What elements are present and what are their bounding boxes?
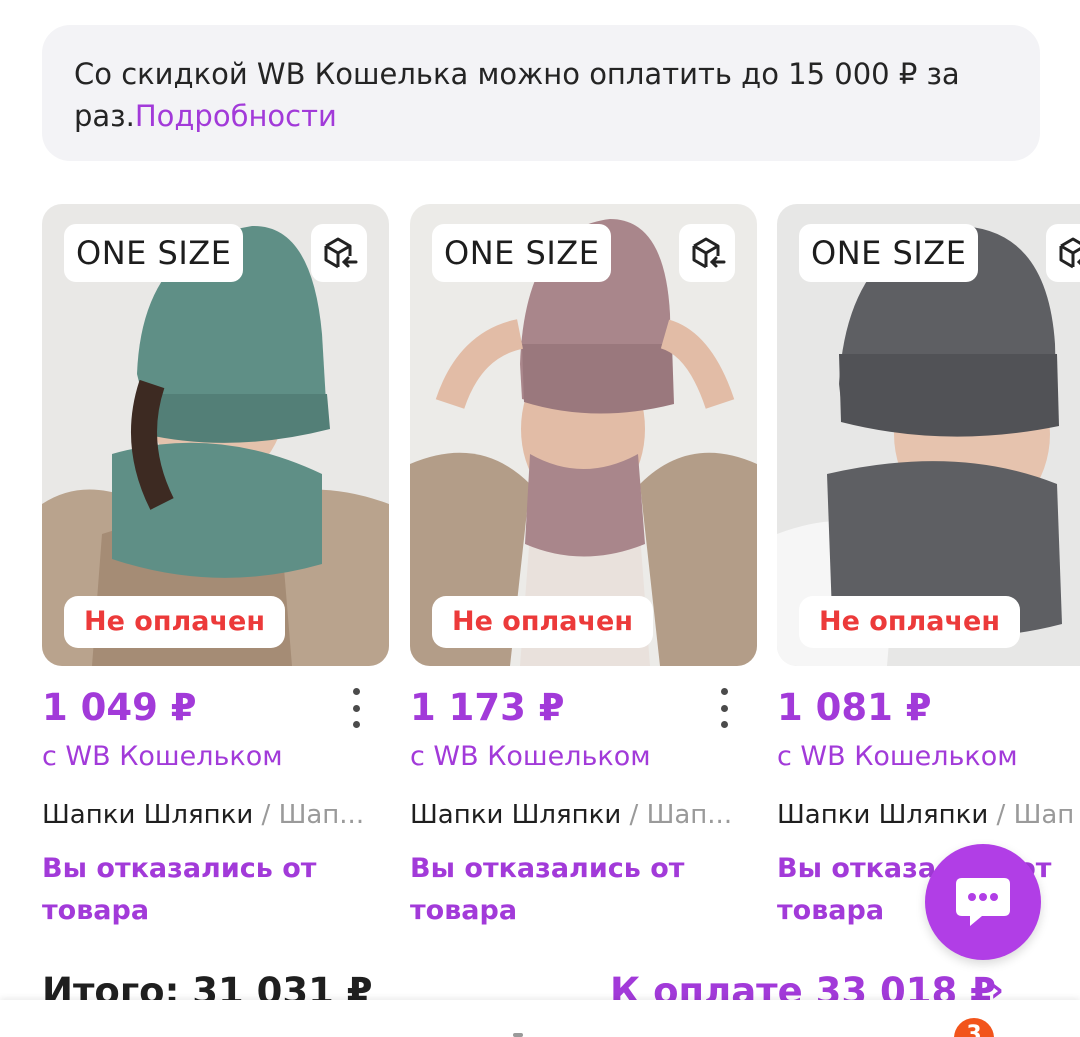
wallet-price-note: с WB Кошельком [777,741,1018,772]
product-card[interactable]: ONE SIZE Не оплачен 1 049 ₽ с WB Кошельк… [42,204,389,932]
nav-indicator [513,1033,523,1037]
kebab-menu-icon[interactable] [710,684,738,732]
product-category: Шап... [646,800,733,830]
brand-name: Шапки Шляпки [410,800,622,830]
kebab-menu-icon[interactable] [342,684,370,732]
box-return-icon [1046,224,1080,282]
product-price: 1 173 ₽ [410,686,565,729]
box-return-icon [311,224,367,282]
product-category: Шап [1013,800,1075,830]
size-badge: ONE SIZE [799,224,979,282]
size-badge: ONE SIZE [432,224,612,282]
product-category: Шап... [278,800,365,830]
payment-status-badge: Не оплачен [64,596,286,648]
product-photo[interactable]: ONE SIZE Не оплачен [410,204,757,666]
refusal-status: Вы отказались от товара [410,853,685,926]
payment-status-badge: Не оплачен [432,596,654,648]
brand-line: Шапки Шляпки / Шап... [42,798,389,832]
price-row: 1 173 ₽ [410,666,757,738]
payment-status-badge: Не оплачен [799,596,1021,648]
product-card[interactable]: ONE SIZE Не оплачен 1 081 ₽ с WB Кошельк… [777,204,1080,932]
wallet-price-note: с WB Кошельком [410,741,651,772]
brand-separator: / [629,800,639,830]
refusal-status: Вы отказались от товара [42,853,317,926]
brand-name: Шапки Шляпки [777,800,989,830]
product-photo[interactable]: ONE SIZE Не оплачен [777,204,1080,666]
details-link[interactable]: Подробности [135,99,337,133]
cart-count-badge: 3 [954,1018,994,1037]
order-page: Со скидкой WB Кошелька можно оплатить до… [0,0,1080,1037]
chat-button[interactable] [925,844,1041,960]
wallet-price-note: с WB Кошельком [42,741,283,772]
brand-line: Шапки Шляпки / Шап [777,798,1080,832]
product-photo[interactable]: ONE SIZE Не оплачен [42,204,389,666]
brand-name: Шапки Шляпки [42,800,254,830]
brand-separator: / [996,800,1006,830]
size-badge: ONE SIZE [64,224,244,282]
product-card[interactable]: ONE SIZE Не оплачен 1 173 ₽ с WB Кошельк… [410,204,757,932]
bottom-navigation: 3 [0,1000,1080,1037]
chat-bubble-icon [956,878,1010,926]
price-row: 1 081 ₽ [777,666,1080,738]
brand-separator: / [261,800,271,830]
wallet-info-text: Со скидкой WB Кошелька можно оплатить до… [74,53,1008,137]
price-row: 1 049 ₽ [42,666,389,738]
brand-line: Шапки Шляпки / Шап... [410,798,757,832]
product-price: 1 049 ₽ [42,686,197,729]
box-return-icon [679,224,735,282]
wallet-info-banner: Со скидкой WB Кошелька можно оплатить до… [42,25,1040,161]
product-price: 1 081 ₽ [777,686,932,729]
